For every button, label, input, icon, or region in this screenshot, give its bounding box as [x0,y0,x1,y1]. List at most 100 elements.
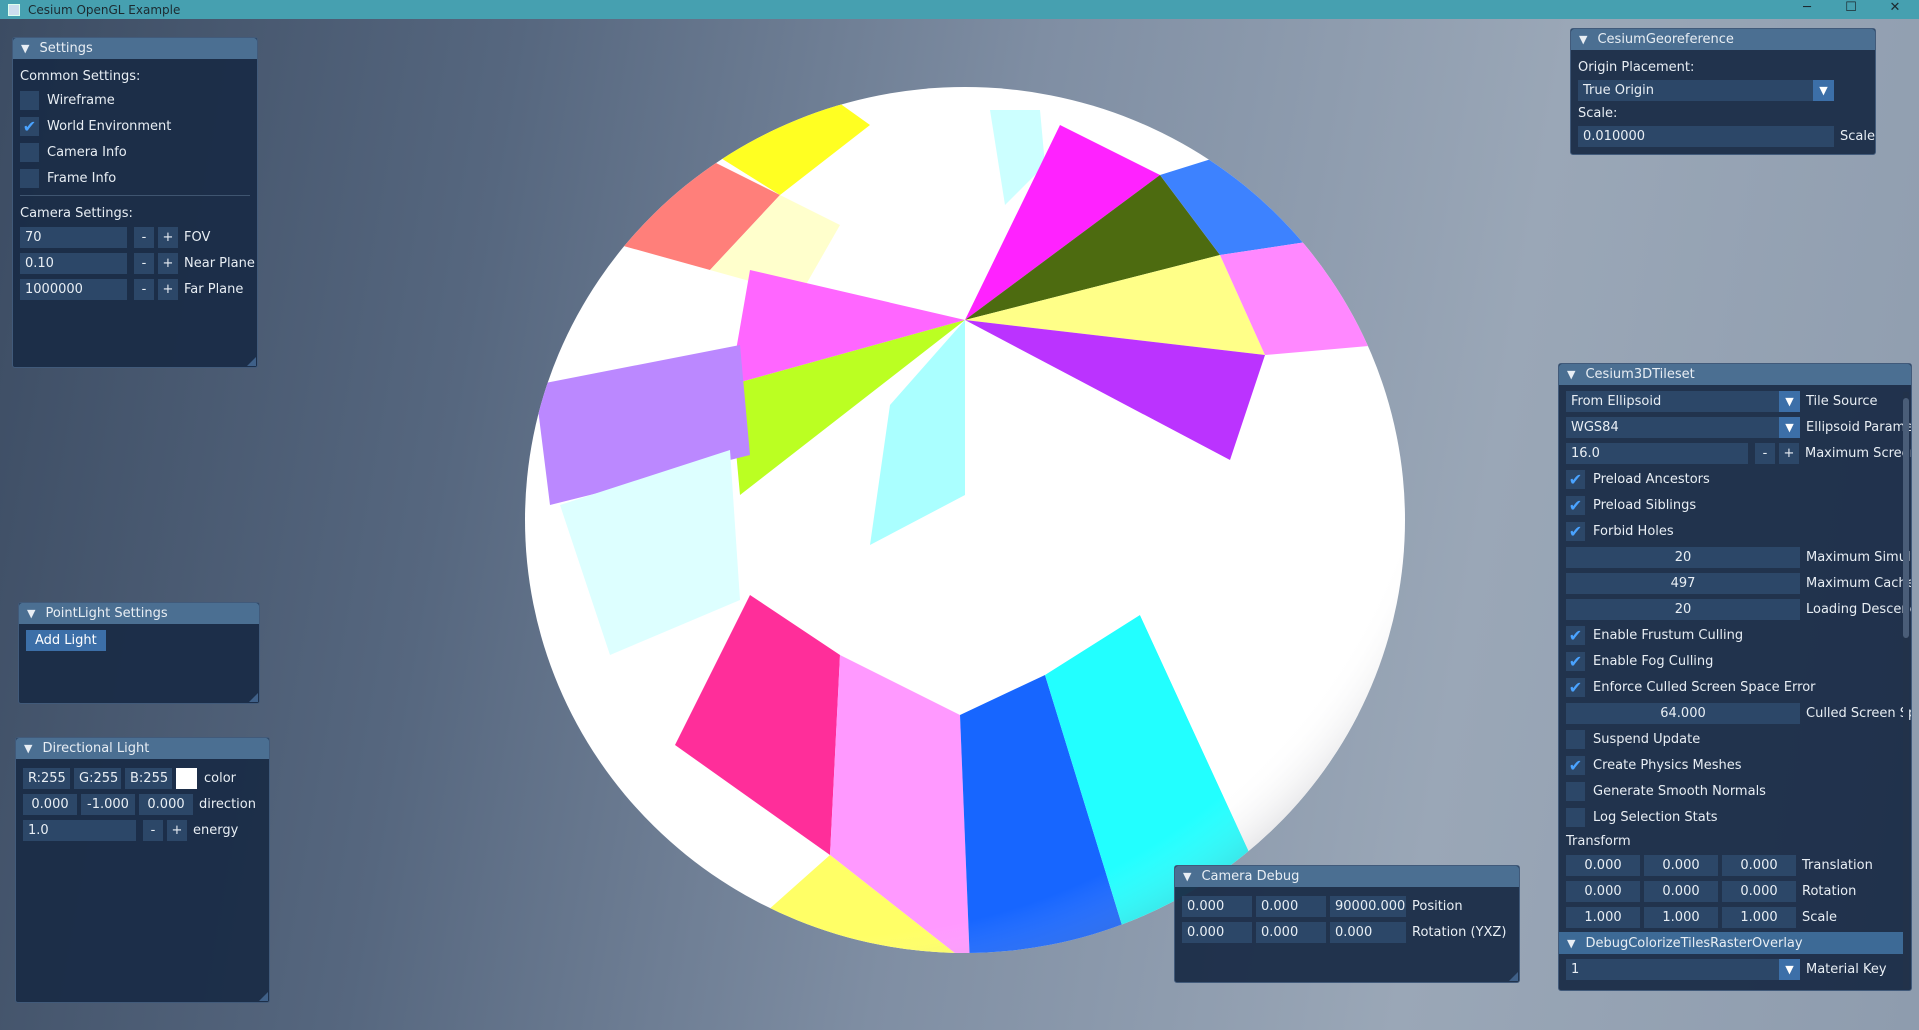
tileset-header[interactable]: ▼ Cesium3DTileset [1559,364,1911,385]
enable-frustum-culling-checkbox[interactable]: ✔ Enable Frustum Culling [1566,622,1897,648]
checkbox-box[interactable] [1566,781,1585,801]
generate-smooth-normals-checkbox[interactable]: Generate Smooth Normals [1566,778,1897,804]
rotation-x-input[interactable]: 0.000 [1566,880,1640,902]
direction-y-input[interactable]: -1.000 [81,793,135,815]
checkbox-box[interactable] [1566,807,1585,827]
checkbox-box[interactable] [20,168,39,188]
direction-x-input[interactable]: 0.000 [23,793,77,815]
preload-siblings-checkbox[interactable]: ✔ Preload Siblings [1566,492,1897,518]
checkbox-box[interactable] [20,142,39,162]
create-physics-meshes-checkbox[interactable]: ✔ Create Physics Meshes [1566,752,1897,778]
color-g-input[interactable]: G:255 [74,767,121,789]
scale-input[interactable]: 0.010000 [1578,125,1834,147]
scale-x-input[interactable]: 1.000 [1566,906,1640,928]
translation-z-input[interactable]: 0.000 [1722,854,1796,876]
minimize-icon[interactable]: ─ [1784,0,1830,19]
checkmark-icon[interactable]: ✔ [20,116,39,136]
resize-grip[interactable] [1509,972,1518,981]
chevron-down-icon[interactable]: ▼ [1779,958,1800,980]
position-x-input[interactable]: 0.000 [1182,895,1252,917]
scale-z-input[interactable]: 1.000 [1722,906,1796,928]
fov-decrement-button[interactable]: - [134,226,154,248]
checkmark-icon[interactable]: ✔ [1566,651,1585,671]
pointlight-panel-header[interactable]: ▼ PointLight Settings [19,603,259,624]
position-z-input[interactable]: 90000.000 [1330,895,1406,917]
translation-x-input[interactable]: 0.000 [1566,854,1640,876]
checkmark-icon[interactable]: ✔ [1566,755,1585,775]
resize-grip[interactable] [249,693,258,702]
resize-grip[interactable] [259,992,268,1001]
log-selection-stats-checkbox[interactable]: Log Selection Stats [1566,804,1897,830]
ellipsoid-select[interactable]: WGS84 [1566,416,1779,438]
collapse-arrow-icon[interactable]: ▼ [24,742,32,755]
near-plane-input[interactable]: 0.10 [20,252,127,274]
collapse-arrow-icon[interactable]: ▼ [1567,368,1575,381]
window-titlebar[interactable]: Cesium OpenGL Example ─ ☐ ✕ [0,0,1919,19]
scale-y-input[interactable]: 1.000 [1644,906,1718,928]
forbid-holes-checkbox[interactable]: ✔ Forbid Holes [1566,518,1897,544]
viewport-globe[interactable] [500,55,1430,989]
add-light-button[interactable]: Add Light [26,630,106,651]
collapse-arrow-icon[interactable]: ▼ [1579,33,1587,46]
rotation-y-input[interactable]: 0.000 [1644,880,1718,902]
sse-increment-button[interactable]: + [1779,442,1799,464]
near-increment-button[interactable]: + [158,252,178,274]
maximize-icon[interactable]: ☐ [1828,0,1874,19]
checkmark-icon[interactable]: ✔ [1566,677,1585,697]
enable-fog-culling-checkbox[interactable]: ✔ Enable Fog Culling [1566,648,1897,674]
rotation-z-input[interactable]: 0.000 [1330,921,1406,943]
energy-decrement-button[interactable]: - [143,819,163,841]
frame-info-checkbox[interactable]: Frame Info [20,165,250,191]
far-plane-input[interactable]: 1000000 [20,278,127,300]
close-icon[interactable]: ✕ [1872,0,1918,19]
cesium-georeference-panel[interactable]: ▼ CesiumGeoreference Origin Placement: T… [1570,28,1876,155]
enforce-culled-sse-checkbox[interactable]: ✔ Enforce Culled Screen Space Error [1566,674,1897,700]
camera-info-checkbox[interactable]: Camera Info [20,139,250,165]
tile-source-select[interactable]: From Ellipsoid [1566,390,1779,412]
collapse-arrow-icon[interactable]: ▼ [1567,937,1575,950]
max-simultaneous-loads-input[interactable]: 20 [1566,546,1800,568]
rotation-z-input[interactable]: 0.000 [1722,880,1796,902]
rotation-x-input[interactable]: 0.000 [1182,921,1252,943]
chevron-down-icon[interactable]: ▼ [1779,390,1800,412]
chevron-down-icon[interactable]: ▼ [1813,79,1834,101]
georeference-header[interactable]: ▼ CesiumGeoreference [1571,29,1875,50]
rotation-y-input[interactable]: 0.000 [1256,921,1326,943]
direction-z-input[interactable]: 0.000 [139,793,193,815]
far-decrement-button[interactable]: - [134,278,154,300]
checkbox-box[interactable] [1566,729,1585,749]
directional-light-panel[interactable]: ▼ Directional Light R:255 G:255 B:255 co… [15,737,270,1003]
translation-y-input[interactable]: 0.000 [1644,854,1718,876]
settings-panel[interactable]: ▼ Settings Common Settings: Wireframe ✔ … [12,37,258,368]
resize-grip[interactable] [247,357,256,366]
pointlight-settings-panel[interactable]: ▼ PointLight Settings Add Light [18,602,260,704]
culled-screen-space-error-input[interactable]: 64.000 [1566,702,1800,724]
far-increment-button[interactable]: + [158,278,178,300]
preload-ancestors-checkbox[interactable]: ✔ Preload Ancestors [1566,466,1897,492]
energy-increment-button[interactable]: + [167,819,187,841]
cesium-3d-tileset-panel[interactable]: ▼ Cesium3DTileset From Ellipsoid ▼ Tile … [1558,363,1912,991]
checkmark-icon[interactable]: ✔ [1566,521,1585,541]
collapse-arrow-icon[interactable]: ▼ [1183,870,1191,883]
chevron-down-icon[interactable]: ▼ [1779,416,1800,438]
raster-overlay-header[interactable]: ▼ DebugColorizeTilesRasterOverlay [1559,932,1904,954]
checkmark-icon[interactable]: ✔ [1566,469,1585,489]
loading-descendant-limit-input[interactable]: 20 [1566,598,1800,620]
fov-input[interactable]: 70 [20,226,127,248]
directional-light-header[interactable]: ▼ Directional Light [16,738,269,759]
energy-input[interactable]: 1.0 [23,819,136,841]
scrollbar-thumb[interactable] [1903,398,1909,638]
max-screen-space-error-input[interactable]: 16.0 [1566,442,1748,464]
camera-debug-panel[interactable]: ▼ Camera Debug 0.000 0.000 90000.000 Pos… [1174,865,1520,983]
position-y-input[interactable]: 0.000 [1256,895,1326,917]
checkbox-box[interactable] [20,90,39,110]
color-r-input[interactable]: R:255 [23,767,70,789]
near-decrement-button[interactable]: - [134,252,154,274]
collapse-arrow-icon[interactable]: ▼ [27,607,35,620]
collapse-arrow-icon[interactable]: ▼ [21,42,29,55]
suspend-update-checkbox[interactable]: Suspend Update [1566,726,1897,752]
max-cache-input[interactable]: 497 [1566,572,1800,594]
sse-decrement-button[interactable]: - [1755,442,1775,464]
camera-debug-header[interactable]: ▼ Camera Debug [1175,866,1519,887]
fov-increment-button[interactable]: + [158,226,178,248]
